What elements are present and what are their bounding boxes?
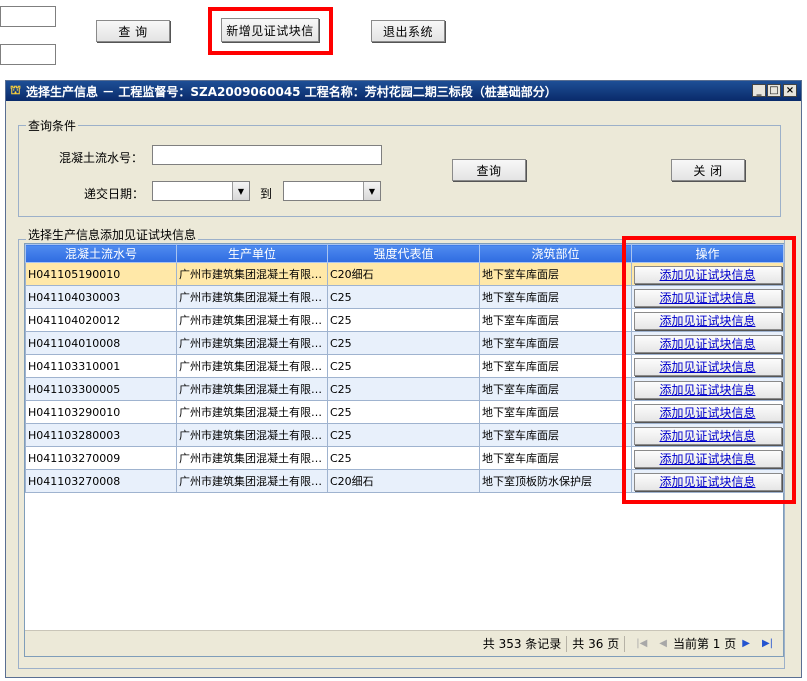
cell-location: 地下室车库面层 — [479, 423, 632, 447]
next-page-icon[interactable]: ▶ — [742, 638, 750, 649]
cell-unit: 广州市建筑集团混凝土有限公司 — [176, 285, 328, 309]
pager-separator — [624, 635, 626, 652]
date-to-label: 到 — [260, 187, 273, 201]
cell-unit: 广州市建筑集团混凝土有限公司 — [176, 262, 328, 286]
query-button[interactable]: 查询 — [452, 159, 526, 181]
query-conditions-legend: 查询条件 — [26, 117, 79, 134]
date-from-select[interactable]: ▼ — [152, 181, 250, 201]
cell-strength: C20细石 — [327, 469, 480, 493]
cell-location: 地下室车库面层 — [479, 400, 632, 424]
cell-location: 地下室车库面层 — [479, 308, 632, 332]
cell-strength: C25 — [327, 354, 480, 378]
cell-location: 地下室车库面层 — [479, 446, 632, 470]
cell-serial: H041103270009 — [25, 446, 177, 470]
date-label: 递交日期： — [84, 187, 145, 201]
column-header-unit[interactable]: 生产单位 — [176, 244, 328, 263]
top-input-2[interactable] — [0, 44, 56, 65]
maximize-button[interactable]: □ — [767, 84, 781, 97]
query-conditions-group — [18, 125, 781, 217]
dialog-title-bar[interactable]: ⛫ 选择生产信息 － 工程监督号：SZA2009060045 工程名称：芳村花园… — [6, 81, 801, 101]
pager-bar: 共 353 条记录 共 36 页 |◀ ◀ 当前第 1 页 ▶ ▶| — [25, 630, 783, 656]
cell-serial: H041103280003 — [25, 423, 177, 447]
query-button-top[interactable]: 查 询 — [96, 20, 170, 42]
cell-strength: C25 — [327, 285, 480, 309]
highlight-action-column — [622, 236, 796, 504]
exit-system-button[interactable]: 退出系统 — [371, 20, 445, 42]
cell-unit: 广州市建筑集团混凝土有限公司 — [176, 377, 328, 401]
select-production-dialog: ⛫ 选择生产信息 － 工程监督号：SZA2009060045 工程名称：芳村花园… — [5, 80, 802, 678]
total-records: 共 353 条记录 — [482, 637, 562, 651]
cell-unit: 广州市建筑集团混凝土有限公司 — [176, 308, 328, 332]
cell-serial: H041103300005 — [25, 377, 177, 401]
close-window-button[interactable]: × — [783, 84, 797, 97]
cell-serial: H041105190010 — [25, 262, 177, 286]
current-page: 当前第 1 页 — [672, 637, 737, 651]
cell-serial: H041104030003 — [25, 285, 177, 309]
serial-label: 混凝土流水号： — [59, 151, 144, 165]
cell-location: 地下室车库面层 — [479, 285, 632, 309]
cell-unit: 广州市建筑集团混凝土有限公司 — [176, 354, 328, 378]
cell-unit: 广州市建筑集团混凝土有限公司 — [176, 331, 328, 355]
cell-strength: C25 — [327, 377, 480, 401]
cell-strength: C25 — [327, 446, 480, 470]
cell-location: 地下室车库面层 — [479, 262, 632, 286]
cell-serial: H041103270008 — [25, 469, 177, 493]
results-legend: 选择生产信息添加见证试块信息 — [26, 226, 199, 243]
cell-strength: C25 — [327, 423, 480, 447]
serial-input[interactable] — [152, 145, 382, 165]
cell-unit: 广州市建筑集团混凝土有限公司 — [176, 400, 328, 424]
cell-strength: C20细石 — [327, 262, 480, 286]
cell-location: 地下室顶板防水保护层 — [479, 469, 632, 493]
dialog-title: 选择生产信息 － 工程监督号：SZA2009060045 工程名称：芳村花园二期… — [26, 84, 557, 99]
construction-icon: ⛫ — [10, 83, 22, 97]
minimize-button[interactable]: _ — [752, 84, 766, 97]
total-pages: 共 36 页 — [572, 637, 620, 651]
cell-strength: C25 — [327, 400, 480, 424]
add-witness-block-button[interactable]: 新增见证试块信 — [221, 18, 319, 42]
cell-location: 地下室车库面层 — [479, 354, 632, 378]
cell-strength: C25 — [327, 308, 480, 332]
cell-unit: 广州市建筑集团混凝土有限公司 — [176, 446, 328, 470]
last-page-icon[interactable]: ▶| — [762, 638, 773, 649]
cell-unit: 广州市建筑集团混凝土有限公司 — [176, 423, 328, 447]
chevron-down-icon[interactable]: ▼ — [232, 182, 249, 200]
first-page-icon[interactable]: |◀ — [636, 638, 647, 649]
pager-separator — [566, 635, 568, 652]
column-header-location[interactable]: 浇筑部位 — [479, 244, 632, 263]
column-header-strength[interactable]: 强度代表值 — [327, 244, 480, 263]
chevron-down-icon[interactable]: ▼ — [363, 182, 380, 200]
column-header-serial[interactable]: 混凝土流水号 — [25, 244, 177, 263]
cell-location: 地下室车库面层 — [479, 331, 632, 355]
cell-strength: C25 — [327, 331, 480, 355]
cell-location: 地下室车库面层 — [479, 377, 632, 401]
cell-serial: H041104010008 — [25, 331, 177, 355]
cell-serial: H041103290010 — [25, 400, 177, 424]
cell-unit: 广州市建筑集团混凝土有限公司 — [176, 469, 328, 493]
date-to-select[interactable]: ▼ — [283, 181, 381, 201]
close-button[interactable]: 关 闭 — [671, 159, 745, 181]
cell-serial: H041104020012 — [25, 308, 177, 332]
prev-page-icon[interactable]: ◀ — [659, 638, 667, 649]
cell-serial: H041103310001 — [25, 354, 177, 378]
top-input-1[interactable] — [0, 6, 56, 27]
